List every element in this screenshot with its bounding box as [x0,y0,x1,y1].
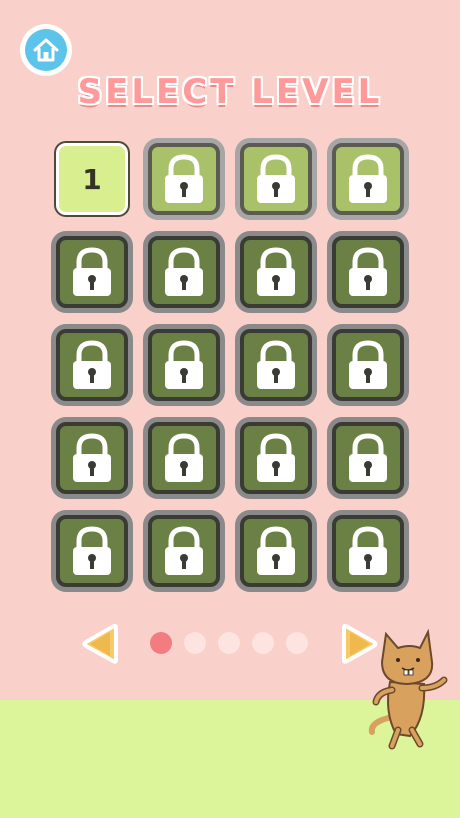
page-dot[interactable] [252,632,274,654]
level-tile[interactable] [332,236,404,308]
page-indicator [150,632,308,654]
lock-icon [349,340,387,389]
level-grid: 1 [56,143,404,587]
level-tile[interactable] [148,143,220,215]
lock-icon [349,526,387,575]
lock-icon [165,154,203,203]
lock-icon [165,247,203,296]
level-tile[interactable] [240,143,312,215]
lock-icon [349,247,387,296]
level-tile[interactable] [332,329,404,401]
level-tile[interactable] [148,515,220,587]
lock-icon [349,154,387,203]
level-tile[interactable] [56,236,128,308]
level-tile[interactable] [148,329,220,401]
home-button[interactable] [22,26,70,74]
lock-icon [73,526,111,575]
page-title: SELECT LEVEL [77,72,383,112]
lock-icon [257,247,295,296]
level-tile[interactable] [56,329,128,401]
prev-page-arrow-icon[interactable] [80,622,120,666]
level-tile[interactable] [240,236,312,308]
level-tile[interactable] [332,422,404,494]
lock-icon [165,340,203,389]
page-dot[interactable] [150,632,172,654]
lock-icon [257,154,295,203]
lock-icon [73,433,111,482]
cat-mascot-icon [368,628,448,750]
level-tile[interactable] [148,236,220,308]
lock-icon [73,247,111,296]
lock-icon [257,433,295,482]
level-tile[interactable] [148,422,220,494]
lock-icon [165,526,203,575]
level-tile[interactable] [332,143,404,215]
level-tile[interactable]: 1 [56,143,128,215]
page-dot[interactable] [184,632,206,654]
home-icon [33,38,59,62]
lock-icon [165,433,203,482]
level-tile[interactable] [56,422,128,494]
level-tile[interactable] [240,329,312,401]
lock-icon [349,433,387,482]
lock-icon [257,526,295,575]
lock-icon [257,340,295,389]
lock-icon [73,340,111,389]
page-dot[interactable] [218,632,240,654]
level-tile[interactable] [240,422,312,494]
level-tile[interactable] [56,515,128,587]
page-dot[interactable] [286,632,308,654]
level-tile[interactable] [240,515,312,587]
level-tile[interactable] [332,515,404,587]
level-number: 1 [82,162,102,196]
